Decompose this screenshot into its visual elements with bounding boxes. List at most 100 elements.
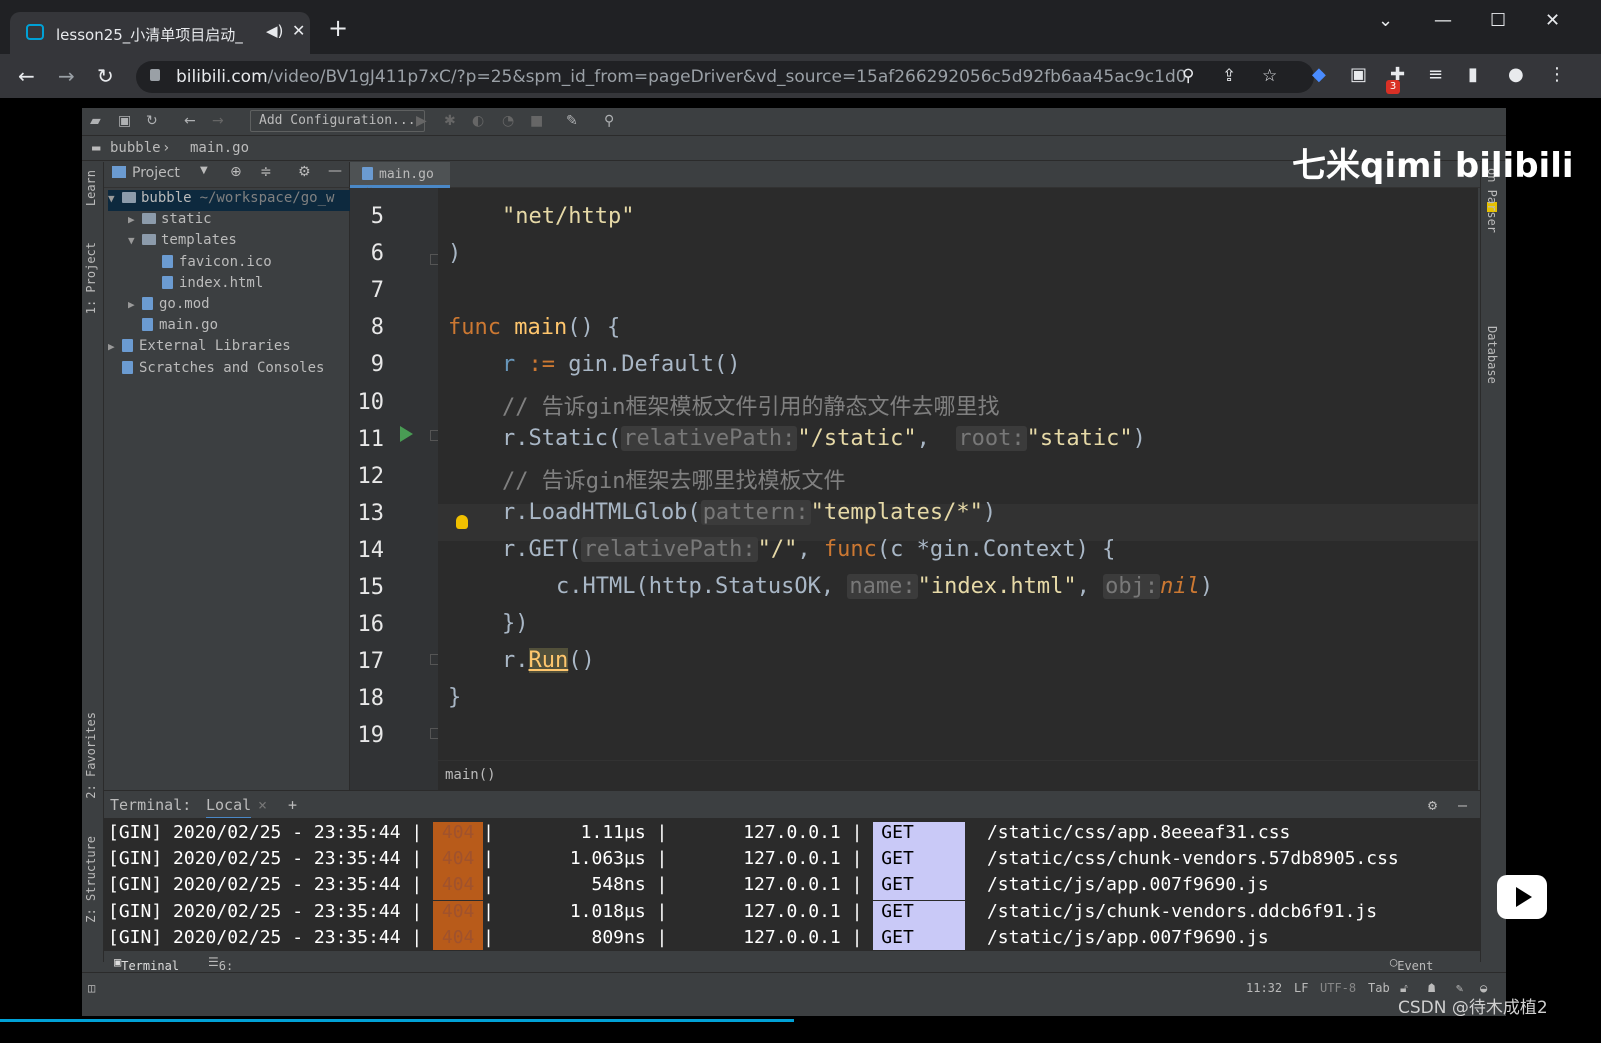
forward-button[interactable]: → — [58, 64, 75, 88]
shield-extension-icon[interactable]: ◆ — [1312, 64, 1326, 85]
database-tab[interactable]: Database — [1485, 326, 1499, 384]
menu-icon[interactable]: ⋮ — [1548, 64, 1566, 85]
event-log-button[interactable]: ◯ Event Log — [1390, 955, 1433, 987]
run-icon[interactable]: ▶ — [416, 113, 427, 129]
tree-item[interactable]: main.go — [128, 317, 350, 338]
bilibili-tv-icon[interactable] — [1497, 875, 1547, 919]
tree-item[interactable]: ▼ templates — [128, 232, 350, 253]
back-button[interactable]: ← — [18, 64, 35, 88]
tree-item[interactable]: favicon.ico — [148, 254, 350, 275]
debug-icon[interactable]: ✱ — [444, 113, 456, 129]
terminal-tool-tab[interactable]: ▣ Terminal — [114, 955, 179, 973]
line-number: 14 — [357, 537, 385, 563]
breadcrumb-separator: › — [162, 140, 171, 156]
share-icon[interactable]: ⇪ — [1222, 66, 1236, 86]
code-line-8: func main() { — [448, 315, 621, 340]
tree-item[interactable]: ▶ go.mod — [128, 296, 350, 317]
maximize-button[interactable]: ☐ — [1490, 10, 1506, 31]
favorites-tab[interactable]: 2: Favorites — [84, 712, 98, 799]
tree-item[interactable]: ▶ static — [128, 211, 350, 232]
terminal-output[interactable]: [GIN] 2020/02/25 - 23:35:44 | 404 | 1.11µ… — [104, 818, 1480, 950]
coverage-icon[interactable]: ◐ — [472, 113, 484, 129]
tree-item-label: index.html — [179, 274, 264, 291]
chevron-down-icon[interactable]: ⌄ — [1378, 10, 1393, 31]
nav-forward-icon[interactable]: → — [212, 113, 224, 129]
gear-icon[interactable]: ⚙ — [298, 164, 311, 180]
tree-item[interactable]: Scratches and Consoles — [108, 360, 350, 381]
editor-breadcrumb[interactable]: main() — [438, 760, 1478, 790]
tree-item[interactable]: index.html — [148, 275, 350, 296]
log-latency: | 1.018µs | 127.0.0.1 | — [483, 900, 863, 922]
hide-icon[interactable]: — — [328, 163, 342, 179]
hide-icon[interactable]: — — [1458, 796, 1467, 814]
file-encoding[interactable]: UTF-8 — [1320, 981, 1356, 995]
close-icon[interactable]: × — [258, 796, 267, 814]
lightbulb-icon[interactable] — [456, 515, 468, 529]
line-separator[interactable]: LF — [1294, 981, 1308, 995]
file-icon — [162, 275, 173, 289]
structure-tab[interactable]: Z: Structure — [84, 836, 98, 923]
open-folder-icon[interactable]: ▰ — [90, 113, 101, 129]
browser-tab[interactable]: lesson25_小清单项目启动_ ◀) ✕ — [10, 12, 310, 54]
code-editor[interactable]: "net/http" ) func main() { r := gin.Defa… — [438, 188, 1478, 790]
terminal-log-row: [GIN] 2020/02/25 - 23:35:44 | 404 | 1.11µ… — [108, 822, 1290, 848]
locate-icon[interactable]: ⊕ — [230, 164, 242, 180]
address-bar[interactable]: bilibili.com/video/BV1gJ411p7xC/?p=25&sp… — [136, 61, 1314, 93]
method-badge: GET — [873, 822, 966, 848]
add-terminal-button[interactable]: + — [288, 796, 297, 814]
folder-icon — [142, 234, 156, 246]
profile-run-icon[interactable]: ◔ — [502, 113, 514, 129]
cursor-position[interactable]: 11:32 — [1246, 981, 1282, 995]
tree-item[interactable]: ▼ bubble ~/workspace/go_w — [108, 190, 350, 211]
search-icon[interactable]: ⚲ — [604, 113, 614, 129]
expand-arrow-icon[interactable]: ▼ — [108, 192, 122, 205]
sync-icon[interactable]: ↻ — [146, 113, 158, 129]
gear-icon[interactable]: ⚙ — [1428, 796, 1437, 814]
editor-tab-main-go[interactable]: main.go × — [350, 162, 450, 196]
collapse-icon[interactable]: ≑ — [260, 164, 272, 180]
project-tool-tab[interactable]: 1: Project — [84, 242, 98, 314]
layout-icon[interactable]: ◫ — [88, 981, 95, 995]
media-icon[interactable]: ≡ — [1428, 64, 1443, 85]
extension-icon[interactable]: ▣ — [1350, 64, 1367, 85]
expand-arrow-icon[interactable]: ▶ — [128, 213, 142, 226]
line-number: 16 — [357, 612, 385, 638]
chevron-down-icon[interactable]: ▼ — [200, 165, 208, 176]
todo-tool-tab[interactable]: ☰ 6: TODO — [208, 955, 248, 987]
learn-tab[interactable]: Learn — [84, 170, 98, 206]
add-configuration-button[interactable]: Add Configuration... — [250, 110, 425, 132]
log-latency: | 1.11µs | 127.0.0.1 | — [483, 822, 863, 843]
log-prefix: [GIN] 2020/02/25 - 23:35:44 | — [108, 900, 423, 922]
expand-arrow-icon[interactable]: ▶ — [128, 298, 142, 311]
wrench-icon[interactable]: ✎ — [566, 113, 578, 129]
window-close-button[interactable]: ✕ — [1545, 10, 1560, 31]
reload-button[interactable]: ↻ — [97, 64, 114, 88]
save-icon[interactable]: ▣ — [118, 113, 131, 129]
tree-item-label: Scratches and Consoles — [139, 359, 325, 376]
tree-item-label: static — [161, 211, 212, 228]
video-progress-bar[interactable] — [0, 1019, 794, 1022]
stop-icon[interactable]: ■ — [530, 113, 543, 129]
right-tool-strip: on Parser Database — [1480, 162, 1506, 962]
sidepanel-icon[interactable]: ▮ — [1468, 64, 1478, 85]
indent-setting[interactable]: Tab — [1368, 981, 1390, 995]
expand-arrow-icon[interactable]: ▼ — [128, 234, 142, 247]
star-icon[interactable]: ☆ — [1262, 66, 1277, 86]
tab-close-button[interactable]: ✕ — [292, 21, 305, 40]
zoom-icon[interactable]: ⚲ — [1182, 66, 1194, 86]
minimize-button[interactable]: — — [1434, 10, 1452, 31]
code-line-10: // 告诉gin框架模板文件引用的静态文件去哪里找 — [502, 395, 1000, 420]
expand-arrow-icon[interactable]: ▶ — [108, 340, 122, 353]
project-dropdown[interactable]: Project — [132, 165, 180, 181]
nav-back-icon[interactable]: ← — [184, 113, 196, 129]
breadcrumb-file[interactable]: main.go — [190, 140, 249, 156]
profile-icon[interactable]: ● — [1508, 64, 1524, 85]
terminal-tab-local[interactable]: Local — [206, 796, 252, 820]
breadcrumb-project[interactable]: bubble — [110, 140, 161, 156]
tree-item[interactable]: ▶ External Libraries — [108, 338, 350, 359]
line-number: 18 — [357, 686, 385, 712]
run-gutter-icon[interactable] — [400, 426, 413, 442]
new-tab-button[interactable]: + — [328, 14, 348, 42]
speaker-icon[interactable]: ◀) — [266, 22, 283, 40]
line-number: 13 — [357, 500, 385, 526]
